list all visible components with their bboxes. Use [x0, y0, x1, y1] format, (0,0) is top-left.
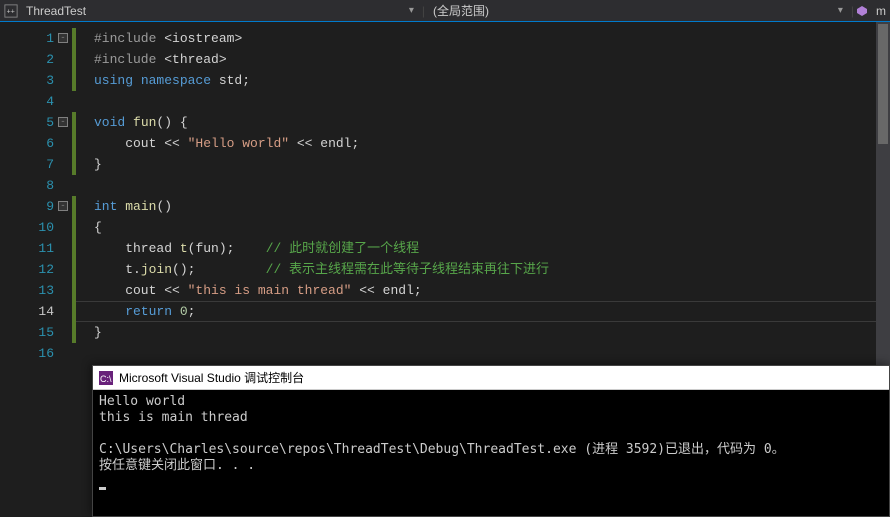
code-text: } — [72, 325, 102, 340]
code-text: cout << "this is main thread" << endl; — [72, 283, 422, 298]
line-number: 5 — [0, 112, 54, 133]
code-line[interactable] — [72, 343, 890, 364]
navigation-bar: ++ ThreadTest ▾ | (全局范围) ▾ | m — [0, 0, 890, 22]
svg-text:C:\: C:\ — [100, 374, 112, 384]
method-icon — [856, 5, 868, 17]
line-number: 7 — [0, 154, 54, 175]
code-line[interactable]: t.join(); // 表示主线程需在此等待子线程结束再往下进行 — [72, 259, 890, 280]
console-text: Hello world this is main thread C:\Users… — [99, 394, 785, 473]
line-number: 4 — [0, 91, 54, 112]
vertical-scrollbar[interactable] — [876, 22, 890, 365]
change-indicator — [72, 70, 76, 91]
line-number: 2 — [0, 49, 54, 70]
code-text — [72, 94, 94, 109]
code-text: } — [72, 157, 102, 172]
fold-toggle[interactable]: - — [58, 33, 68, 43]
separator: | — [849, 4, 856, 18]
code-content[interactable]: -#include <iostream> #include <thread> usi… — [68, 22, 890, 367]
current-line-highlight — [72, 301, 890, 322]
code-line[interactable]: } — [72, 154, 890, 175]
change-indicator — [72, 196, 76, 217]
member-label: m — [876, 4, 886, 18]
code-text: using namespace std; — [72, 73, 250, 88]
code-line[interactable]: return 0; — [72, 301, 890, 322]
code-text — [72, 346, 94, 361]
code-line[interactable]: { — [72, 217, 890, 238]
line-number: 9 — [0, 196, 54, 217]
separator: | — [420, 4, 427, 18]
code-line[interactable]: -int main() — [72, 196, 890, 217]
file-scope-dropdown[interactable]: ++ ThreadTest ▾ — [4, 4, 420, 18]
code-line[interactable]: -#include <iostream> — [72, 28, 890, 49]
code-text: thread t(fun); // 此时就创建了一个线程 — [72, 241, 419, 256]
line-number: 15 — [0, 322, 54, 343]
member-dropdown[interactable]: m — [856, 4, 886, 18]
console-cursor — [99, 487, 106, 490]
code-text: #include <thread> — [72, 52, 227, 67]
console-output[interactable]: Hello world this is main thread C:\Users… — [93, 390, 889, 494]
code-text: #include <iostream> — [72, 31, 242, 46]
code-line[interactable]: -void fun() { — [72, 112, 890, 133]
code-line[interactable]: using namespace std; — [72, 70, 890, 91]
code-line[interactable]: cout << "this is main thread" << endl; — [72, 280, 890, 301]
code-line[interactable]: thread t(fun); // 此时就创建了一个线程 — [72, 238, 890, 259]
change-indicator — [72, 112, 76, 133]
console-titlebar[interactable]: C:\ Microsoft Visual Studio 调试控制台 — [93, 366, 889, 390]
change-indicator — [72, 322, 76, 343]
cpp-file-icon: ++ — [4, 4, 18, 18]
change-indicator — [72, 217, 76, 238]
svg-text:++: ++ — [7, 8, 15, 15]
fold-toggle[interactable]: - — [58, 117, 68, 127]
code-text: t.join(); // 表示主线程需在此等待子线程结束再往下进行 — [72, 262, 549, 277]
line-number: 14 — [0, 301, 54, 322]
code-text: void fun() { — [72, 115, 188, 130]
line-number: 16 — [0, 343, 54, 364]
scope-dropdown[interactable]: (全局范围) ▾ — [427, 2, 849, 19]
change-indicator — [72, 259, 76, 280]
debug-console-window: C:\ Microsoft Visual Studio 调试控制台 Hello … — [92, 365, 890, 517]
code-line[interactable]: #include <thread> — [72, 49, 890, 70]
change-indicator — [72, 154, 76, 175]
console-icon: C:\ — [99, 371, 113, 385]
code-line[interactable]: } — [72, 322, 890, 343]
file-label: ThreadTest — [26, 4, 86, 18]
code-text: int main() — [72, 199, 172, 214]
code-editor[interactable]: 12345678910111213141516 -#include <iostr… — [0, 22, 890, 367]
code-text: cout << "Hello world" << endl; — [72, 136, 359, 151]
code-text — [72, 178, 94, 193]
change-indicator — [72, 28, 76, 49]
code-text: { — [72, 220, 102, 235]
line-number: 12 — [0, 259, 54, 280]
code-line[interactable] — [72, 91, 890, 112]
fold-toggle[interactable]: - — [58, 201, 68, 211]
change-indicator — [72, 238, 76, 259]
code-line[interactable] — [72, 175, 890, 196]
line-number: 13 — [0, 280, 54, 301]
change-indicator — [72, 49, 76, 70]
change-indicator — [72, 301, 76, 322]
chevron-down-icon: ▾ — [409, 5, 420, 16]
change-indicator — [72, 133, 76, 154]
console-title-text: Microsoft Visual Studio 调试控制台 — [119, 369, 304, 386]
line-number: 10 — [0, 217, 54, 238]
scrollbar-thumb[interactable] — [878, 24, 888, 144]
chevron-down-icon: ▾ — [838, 5, 849, 16]
code-line[interactable]: cout << "Hello world" << endl; — [72, 133, 890, 154]
line-number: 1 — [0, 28, 54, 49]
scope-label: (全局范围) — [433, 2, 489, 19]
line-number: 3 — [0, 70, 54, 91]
line-number: 6 — [0, 133, 54, 154]
line-number: 11 — [0, 238, 54, 259]
line-number: 8 — [0, 175, 54, 196]
line-number-gutter: 12345678910111213141516 — [0, 22, 68, 367]
change-indicator — [72, 280, 76, 301]
